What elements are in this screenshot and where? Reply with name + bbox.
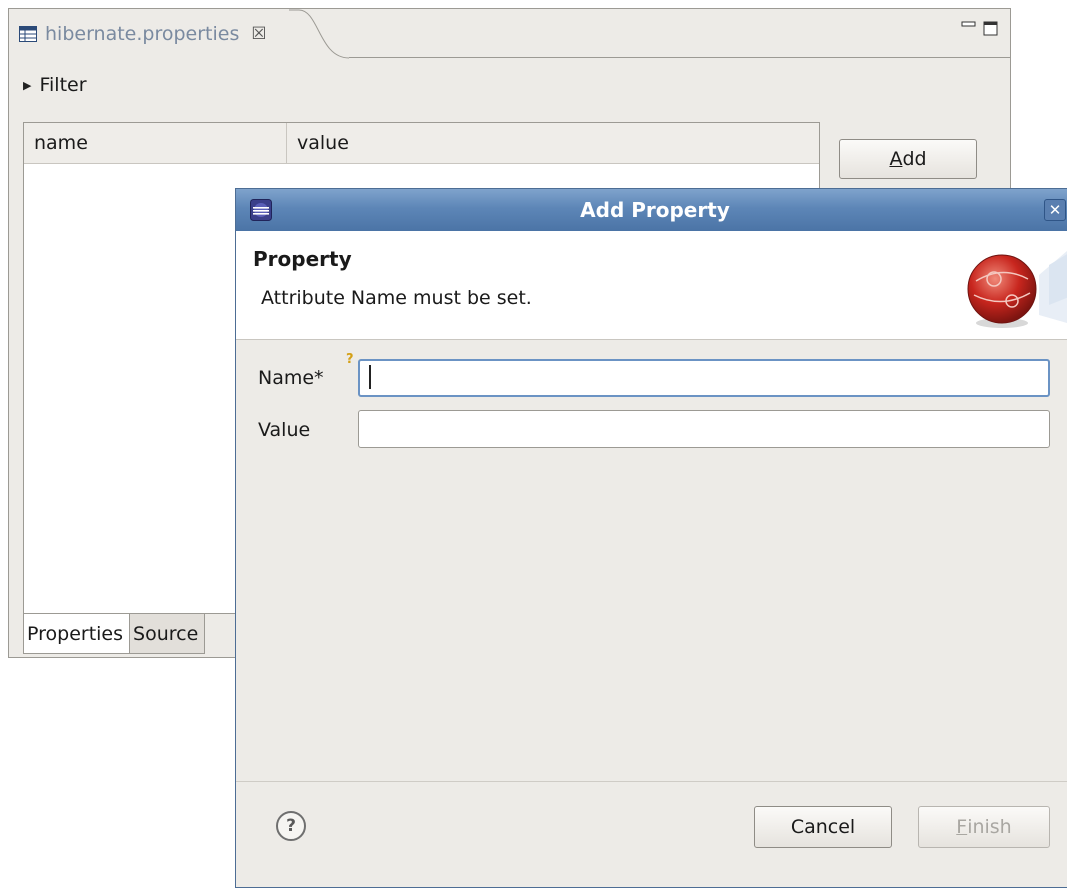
minimize-icon[interactable] (961, 19, 977, 31)
editor-tab-hibernate-properties[interactable]: hibernate.properties ☒ (9, 9, 313, 59)
banner-message: Attribute Name must be set. (261, 287, 532, 309)
tab-edge (289, 9, 350, 59)
filter-label: Filter (39, 74, 87, 96)
tab-separator (349, 57, 1010, 58)
cancel-button[interactable]: Cancel (754, 806, 892, 848)
window-close-icon[interactable]: ✕ (1044, 199, 1066, 221)
column-header-name[interactable]: name (24, 123, 287, 163)
required-field-icon: ? (346, 352, 354, 367)
tab-source[interactable]: Source (129, 614, 206, 654)
editor-tab-label: hibernate.properties (45, 23, 240, 45)
finish-button[interactable]: Finish (918, 806, 1050, 848)
filter-toggle[interactable]: ▶ Filter (23, 74, 87, 96)
editor-tabbar: hibernate.properties ☒ (9, 9, 1010, 59)
help-icon[interactable]: ? (276, 811, 306, 841)
wizard-graphic-icon (967, 251, 1067, 328)
maximize-icon[interactable] (983, 19, 999, 37)
value-input[interactable] (358, 410, 1050, 448)
dialog-message-banner: Property Attribute Name must be set. (236, 231, 1067, 340)
tab-properties[interactable]: Properties (23, 614, 130, 654)
banner-title: Property (253, 247, 352, 271)
add-button-label: dd (902, 148, 927, 170)
table-header: name value (24, 123, 819, 164)
text-caret (369, 365, 371, 389)
name-field-label: Name* (258, 367, 324, 389)
button-bar-separator (236, 781, 1067, 782)
dialog-titlebar[interactable]: Add Property ✕ (236, 189, 1067, 231)
finish-button-label: inish (967, 816, 1012, 838)
add-property-dialog: Add Property ✕ Property Attribute Name m… (235, 188, 1067, 888)
editor-page-tabs: Properties Source (23, 614, 206, 654)
dialog-title: Add Property (580, 198, 730, 222)
value-field-label: Value (258, 419, 311, 441)
eclipse-icon (250, 199, 272, 221)
add-button[interactable]: Add (839, 139, 977, 179)
name-input[interactable] (358, 359, 1050, 397)
add-button-mnemonic: A (889, 148, 903, 170)
file-table-icon (19, 26, 37, 42)
expand-triangle-icon: ▶ (23, 78, 32, 92)
finish-button-mnemonic: F (956, 816, 968, 838)
close-tab-icon[interactable]: ☒ (251, 24, 266, 44)
column-header-value[interactable]: value (287, 123, 819, 163)
